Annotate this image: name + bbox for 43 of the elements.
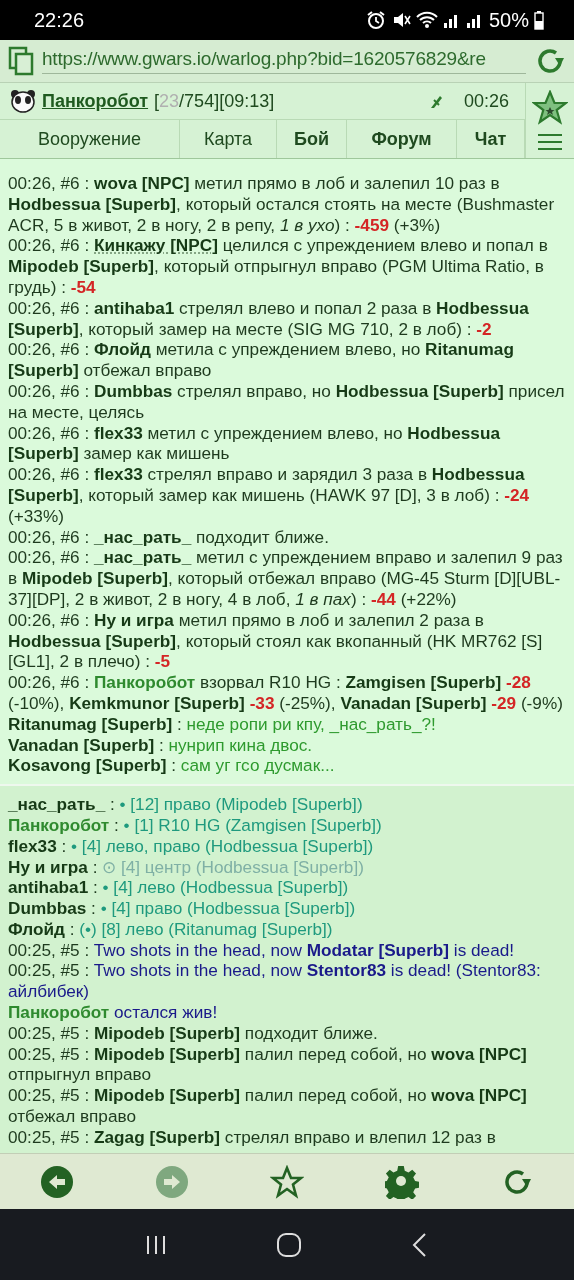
log-entry: 00:25, #5 : Zagag [Superb] стрелял вправо и влепил 12 раз в (8, 1126, 497, 1148)
log-entry: Панкоробот : • [1] R10 HG (Zamgisen [Superb]) (8, 814, 383, 836)
copy-icon[interactable] (8, 46, 34, 76)
log-entry: Ritanumag [Superb] : неде ропи ри кпу, _нас_рать_?! (8, 713, 437, 735)
player-name-link[interactable]: Панкоробот (42, 90, 149, 112)
log-entry: antihaba1 : • [4] лево (Hodbessua [Superb]) (8, 877, 350, 899)
clock-time: 22:26 (34, 8, 85, 32)
nav-tab[interactable]: Форум (347, 120, 457, 158)
log-entry: Dumbbas : • [4] право (Hodbessua [Superb]) (8, 898, 357, 919)
log-entry: 00:26, #6 : flex33 стрелял вправо и зарядил 3 раза в Hodbessua [Superb], который замер как мишень (HAWK 97 [D], 3 в лоб) : -24 (+33%) (8, 464, 531, 527)
log-entry: 00:26, #6 : Кинкажу [NPC] целился с упреждением влево и попал в Mipodeb [Superb], который отпрыгнул вправо (PGM Ultima Ratio, в грудь) : -54 (8, 235, 549, 298)
log-entry: flex33 : • [4] лево, право (Hodbessua [Superb]) (8, 835, 375, 857)
log-entry: Vanadan [Superb] : нунрип кина двос. (8, 734, 314, 756)
battle-timer: 00:26 (463, 90, 509, 112)
log-entry: 00:25, #5 : Mipodeb [Superb] подходит ближе. (8, 1022, 379, 1044)
log-entry: 00:26, #6 : Панкоробот взорвал R10 HG : Zamgisen [Superb] -28 (-10%), Kemkmunor [Superb] -33 (-25%), Vanadan [Superb] -29 (-9%) (8, 672, 564, 714)
star-icon[interactable] (532, 90, 568, 127)
log-entry: Ну и игра : ⊙ [4] центр (Hodbessua [Superb]) (8, 856, 365, 878)
battery-icon (534, 10, 544, 30)
home-icon[interactable] (276, 1231, 302, 1258)
log-entry: _нас_рать_ : • [12] право (Mipodeb [Superb]) (8, 794, 364, 815)
nav-tab[interactable]: Вооружение (0, 120, 180, 158)
nav-tab[interactable]: Карта (180, 120, 277, 158)
log-entry: 00:26, #6 : _нас_рать_ подходит ближе. (8, 526, 330, 548)
log-entry: 00:25, #5 : Two shots in the head, now Stentor83 is dead! (Stentor83: айлбибек) (8, 960, 542, 1003)
menu-icon[interactable] (537, 132, 563, 151)
log-entry: 00:26, #6 : Ну и игра метил прямо в лоб и залепил 2 раза в Hodbessua [Superb], который стоял как вкопанный (HK MR762 [S][GL1], 2 в плечо) : -5 (8, 609, 544, 673)
player-stats: [23/754][09:13] (154, 90, 275, 112)
nav-tab[interactable]: Чат (457, 120, 525, 158)
log-entry: 00:26, #6 : antihaba1 стрелял влево и попал 2 раза в Hodbessua [Superb], который замер на месте (SIG MG 710, 2 в лоб) : -2 (8, 297, 530, 340)
log-entry: 00:26, #6 : wova [NPC] метил прямо в лоб и залепил 10 раз в Hodbessua [Superb], который остался стоять на месте (Bushmaster ACR, 5 в живот, 2 в ногу, 2 в репу, 1 в ухо) : -459 (+3%) (8, 173, 556, 236)
alarm-icon (365, 10, 386, 30)
nav-tab[interactable]: Бой (277, 120, 347, 158)
log-entry: Kosavong [Superb] : сам уг гсо дусмак... (8, 755, 336, 777)
log-entry: 00:25, #5 : Two shots in the head, now Modatar [Superb] is dead! (8, 939, 516, 961)
avatar-icon (10, 89, 36, 113)
battery-percent: 50% (488, 8, 529, 32)
settings-icon[interactable] (384, 1164, 419, 1199)
log-entry: 00:26, #6 : _нас_рать_ метил с упреждением вправо и залепил 9 раз в Mipodeb [Superb], который отбежал вправо (MG-45 Sturm [D][UBL-37][DP], 2 в живот, 2 в ногу, 4 в лоб, 1 в пах) : -44 (+22%) (8, 547, 564, 610)
wifi-icon (415, 10, 438, 30)
log-entry: Флойд : (•) [8] лево (Ritanumag [Superb]) (8, 918, 334, 940)
star-icon[interactable] (270, 1164, 304, 1199)
log-entry: Панкоробот остался жив! (8, 1002, 219, 1023)
